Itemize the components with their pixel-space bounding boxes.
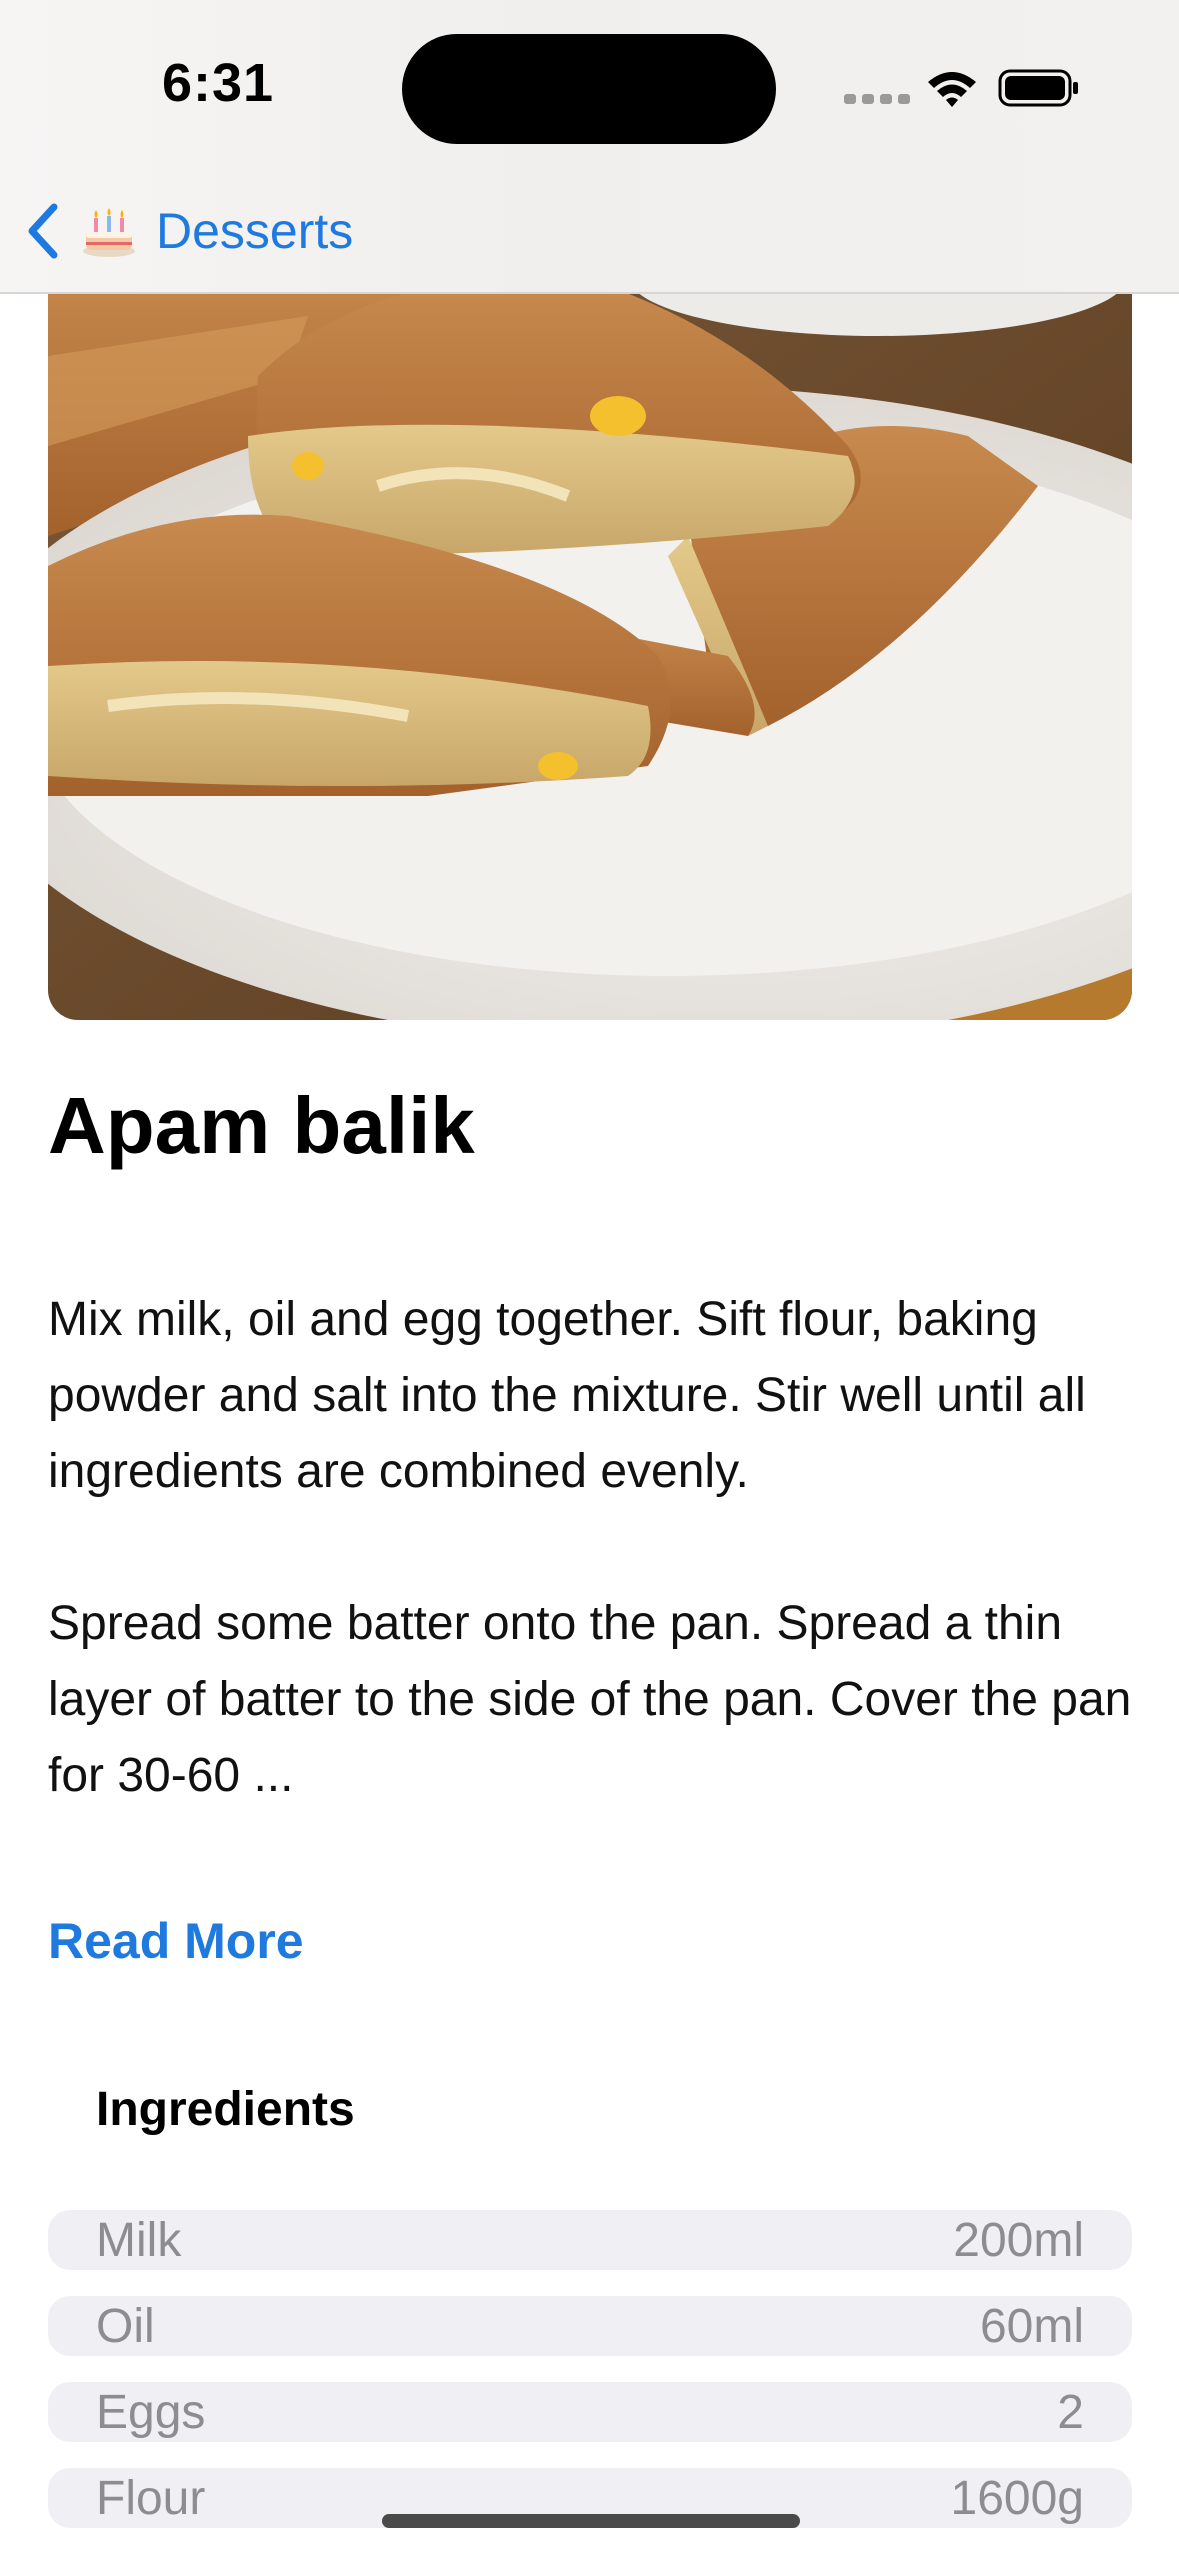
read-more-button[interactable]: Read More — [48, 1912, 304, 1970]
ingredient-amount: 2 — [1057, 2385, 1084, 2439]
ingredient-amount: 200ml — [953, 2213, 1084, 2267]
ingredient-row: Oil 60ml — [48, 2296, 1132, 2356]
ingredient-name: Milk — [96, 2213, 182, 2267]
ingredient-name: Eggs — [96, 2385, 206, 2439]
status-time: 6:31 — [162, 53, 275, 113]
cake-icon — [83, 208, 135, 257]
home-indicator[interactable] — [382, 2514, 800, 2528]
top-bar: 6:31 Desserts — [0, 0, 1179, 294]
ingredients-heading: Ingredients — [96, 2083, 355, 2136]
chevron-left-icon — [28, 203, 58, 259]
recipe-detail-screen: 6:31 Desserts Apam balik Mix milk, oil a… — [0, 0, 1179, 2556]
ingredient-row: Milk 200ml — [48, 2210, 1132, 2270]
cellular-signal-icon — [844, 94, 910, 104]
ingredient-row: Eggs 2 — [48, 2382, 1132, 2442]
recipe-photo — [48, 236, 1132, 1020]
recipe-title: Apam balik — [48, 1081, 475, 1170]
instructions-paragraph: Spread some batter onto the pan. Spread … — [48, 1597, 1132, 1802]
ingredient-name: Flour — [96, 2471, 206, 2525]
back-button-label: Desserts — [156, 203, 354, 259]
back-button[interactable]: Desserts — [22, 196, 353, 266]
dynamic-island — [402, 34, 776, 144]
wifi-icon — [928, 72, 976, 107]
instructions-paragraph: Mix milk, oil and egg together. Sift flo… — [48, 1293, 1086, 1498]
ingredient-amount: 60ml — [979, 2299, 1084, 2353]
battery-icon — [998, 69, 1078, 107]
ingredient-name: Oil — [96, 2299, 155, 2353]
ingredient-amount: 1600g — [950, 2471, 1084, 2525]
recipe-instructions: Mix milk, oil and egg together. Sift flo… — [48, 1282, 1138, 1814]
ingredient-list: Milk 200ml Oil 60ml Eggs 2 Flour 1600g — [48, 2210, 1132, 2554]
